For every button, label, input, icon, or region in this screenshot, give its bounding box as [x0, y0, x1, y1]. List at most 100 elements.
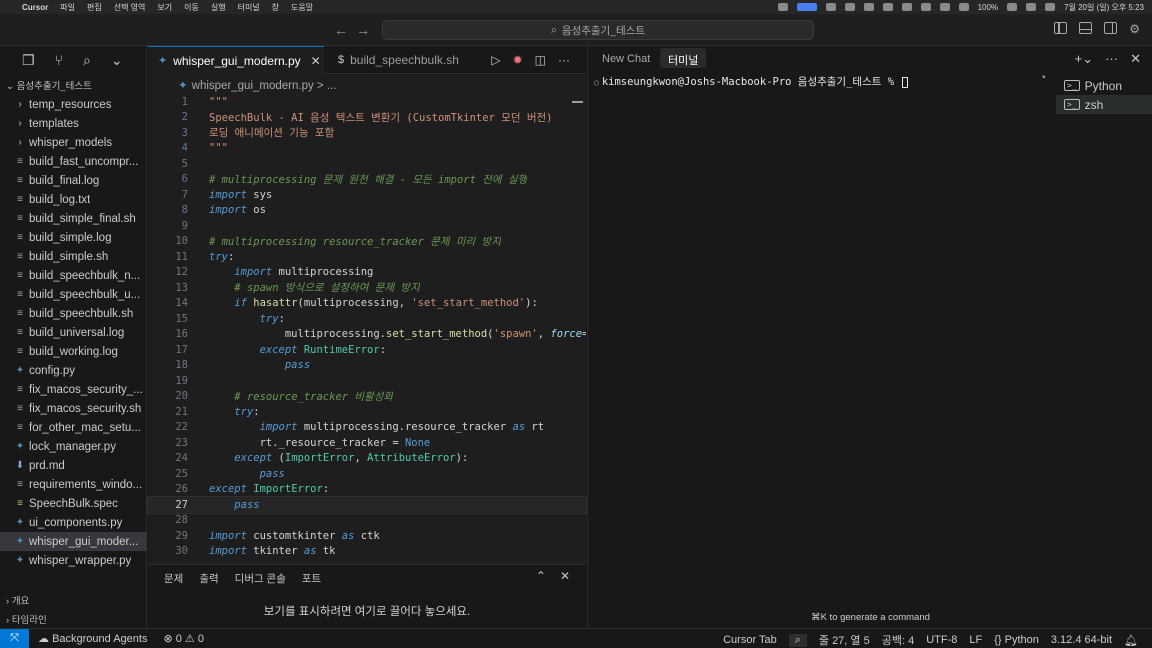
tab-whisper-gui-modern[interactable]: ✦ whisper_gui_modern.py ✕ [148, 46, 324, 74]
code-line[interactable]: 14 if hasattr(multiprocessing, 'set_star… [148, 296, 586, 312]
status-icon[interactable] [920, 3, 931, 11]
back-arrow-icon[interactable]: ← [334, 22, 348, 38]
file-item[interactable]: ✦ whisper_gui_moder... [0, 532, 147, 551]
code-line[interactable]: 17 except RuntimeError: [148, 342, 586, 358]
code-line[interactable]: 29 import customtkinter as ctk [148, 528, 586, 544]
file-item[interactable]: ≡ fix_macos_security.sh [0, 399, 147, 418]
code-line[interactable]: 1 """ [148, 94, 586, 110]
code-line[interactable]: 3 로딩 애니메이션 기능 포함 [148, 125, 586, 141]
end-of-line[interactable]: LF [969, 634, 982, 646]
menu-view[interactable]: 보기 [157, 2, 172, 13]
status-icon[interactable] [825, 3, 836, 11]
python-interpreter[interactable]: 3.12.4 64-bit [1051, 634, 1112, 646]
close-icon[interactable]: ✕ [560, 569, 570, 583]
code-line[interactable]: 23 rt._resource_tracker = None [148, 435, 586, 451]
close-icon[interactable]: ✕ [311, 54, 321, 68]
split-editor-icon[interactable]: ◫ [535, 53, 546, 67]
forward-arrow-icon[interactable]: → [356, 22, 370, 38]
gear-icon[interactable]: ⚙ [1129, 22, 1140, 36]
code-line[interactable]: 5 [148, 156, 586, 172]
encoding[interactable]: UTF-8 [926, 634, 957, 646]
code-line[interactable]: 24 except (ImportError, AttributeError): [148, 451, 586, 467]
tab-output[interactable]: 출력 [199, 571, 218, 586]
code-line[interactable]: 20 # resource_tracker 비활성화 [148, 389, 586, 405]
command-center-search[interactable]: ⌕ 음성추출기_테스트 [382, 20, 814, 40]
folder-item[interactable]: › whisper_models [0, 133, 147, 152]
menubar-clock[interactable]: 7월 20일 (일) 오후 5:23 [1064, 2, 1144, 13]
status-icon[interactable] [844, 3, 855, 11]
outline-section[interactable]: › 개요 [6, 593, 29, 607]
toggle-secondary-sidebar-icon[interactable] [1104, 22, 1118, 34]
tab-debug-console[interactable]: 디버그 콘솔 [235, 571, 286, 586]
file-item[interactable]: ✦ lock_manager.py [0, 437, 147, 456]
file-item[interactable]: ≡ build_simple_final.sh [0, 209, 147, 228]
search-icon[interactable]: ⌕ [83, 52, 91, 69]
folder-item[interactable]: › templates [0, 114, 147, 133]
terminal-item-zsh[interactable]: >_ zsh [1056, 95, 1152, 114]
status-icon[interactable] [863, 3, 874, 11]
close-icon[interactable]: ✕ [1130, 51, 1141, 67]
battery-icon[interactable] [1007, 3, 1018, 11]
status-icon[interactable] [777, 3, 788, 11]
menu-go[interactable]: 이동 [184, 2, 199, 13]
wifi-icon[interactable] [1026, 3, 1037, 11]
input-source-icon[interactable] [958, 3, 969, 11]
code-line[interactable]: 6 # multiprocessing 문제 원천 해결 - 모든 import … [148, 172, 586, 188]
cursor-position[interactable]: 줄 27, 열 5 [819, 632, 870, 648]
file-item[interactable]: ≡ build_fast_uncompr... [0, 152, 147, 171]
file-item[interactable]: ≡ build_working.log [0, 342, 147, 361]
zoom-icon[interactable]: ⌕ [788, 633, 807, 647]
menu-help[interactable]: 도움말 [291, 2, 313, 13]
indentation[interactable]: 공백: 4 [882, 632, 914, 648]
menu-window[interactable]: 창 [272, 2, 279, 13]
folder-item[interactable]: › temp_resources [0, 95, 147, 114]
code-line[interactable]: 25 pass [148, 466, 586, 482]
language-mode[interactable]: {} Python [994, 634, 1039, 646]
code-line[interactable]: 11 try: [148, 249, 586, 265]
code-line[interactable]: 18 pass [148, 358, 586, 374]
code-line[interactable]: 21 try: [148, 404, 586, 420]
tab-ports[interactable]: 포트 [302, 571, 321, 586]
file-item[interactable]: ≡ for_other_mac_setu... [0, 418, 147, 437]
file-item[interactable]: ✦ ui_components.py [0, 513, 147, 532]
debug-icon[interactable]: ✹ [513, 53, 523, 67]
code-area[interactable]: 1 """ 2 SpeechBulk - AI 음성 텍스트 변환기 (CustomT… [147, 94, 587, 559]
more-actions-icon[interactable]: ··· [1105, 51, 1118, 67]
scrollbar-marker[interactable] [572, 101, 583, 103]
code-line[interactable]: 22 import multiprocessing.resource_track… [148, 420, 586, 436]
code-line[interactable]: 16 multiprocessing.set_start_method('spa… [148, 327, 586, 343]
code-line[interactable]: 12 import multiprocessing [148, 265, 586, 281]
files-icon[interactable]: ❐ [22, 52, 35, 69]
tab-new-chat[interactable]: New Chat [602, 53, 650, 65]
file-item[interactable]: ≡ requirements_windo... [0, 475, 147, 494]
more-actions-icon[interactable]: ··· [558, 53, 570, 67]
menu-terminal[interactable]: 터미널 [238, 2, 260, 13]
code-line[interactable]: 8 import os [148, 203, 586, 219]
control-center-icon[interactable] [1045, 3, 1056, 11]
bell-icon[interactable]: 🔔︎ [1124, 634, 1138, 647]
breadcrumb[interactable]: ✦ whisper_gui_modern.py > ... [178, 78, 336, 92]
volume-icon[interactable] [939, 3, 950, 11]
code-line[interactable]: 13 # spawn 방식으로 설정하여 문제 방지 [148, 280, 586, 296]
file-item[interactable]: ≡ fix_macos_security_... [0, 380, 147, 399]
file-item[interactable]: ≡ build_log.txt [0, 190, 147, 209]
code-line[interactable]: 9 [148, 218, 586, 234]
terminal-item-python[interactable]: >_ Python [1056, 76, 1152, 95]
file-item[interactable]: ⬇ prd.md [0, 456, 147, 475]
menu-run[interactable]: 실행 [211, 2, 226, 13]
file-item[interactable]: ≡ build_speechbulk_u... [0, 285, 147, 304]
code-line[interactable]: 2 SpeechBulk - AI 음성 텍스트 변환기 (CustomTkint… [148, 110, 586, 126]
file-item[interactable]: ≡ build_speechbulk_n... [0, 266, 147, 285]
timeline-section[interactable]: › 타임라인 [6, 612, 47, 626]
file-item[interactable]: ≡ build_speechbulk.sh [0, 304, 147, 323]
file-item[interactable]: ≡ SpeechBulk.spec [0, 494, 147, 513]
file-item[interactable]: ≡ build_universal.log [0, 323, 147, 342]
file-item[interactable]: ≡ build_final.log [0, 171, 147, 190]
plus-icon[interactable]: +⌄ [1075, 51, 1093, 67]
status-icon[interactable] [882, 3, 893, 11]
toggle-primary-sidebar-icon[interactable] [1054, 22, 1068, 34]
file-item[interactable]: ≡ build_simple.sh [0, 247, 147, 266]
menu-file[interactable]: 파일 [60, 2, 75, 13]
code-line[interactable]: 28 [148, 513, 586, 529]
terminal-prompt-line[interactable]: ○ kimseungkwon@Joshs-Macbook-Pro 음성추출기_테스… [594, 74, 909, 89]
